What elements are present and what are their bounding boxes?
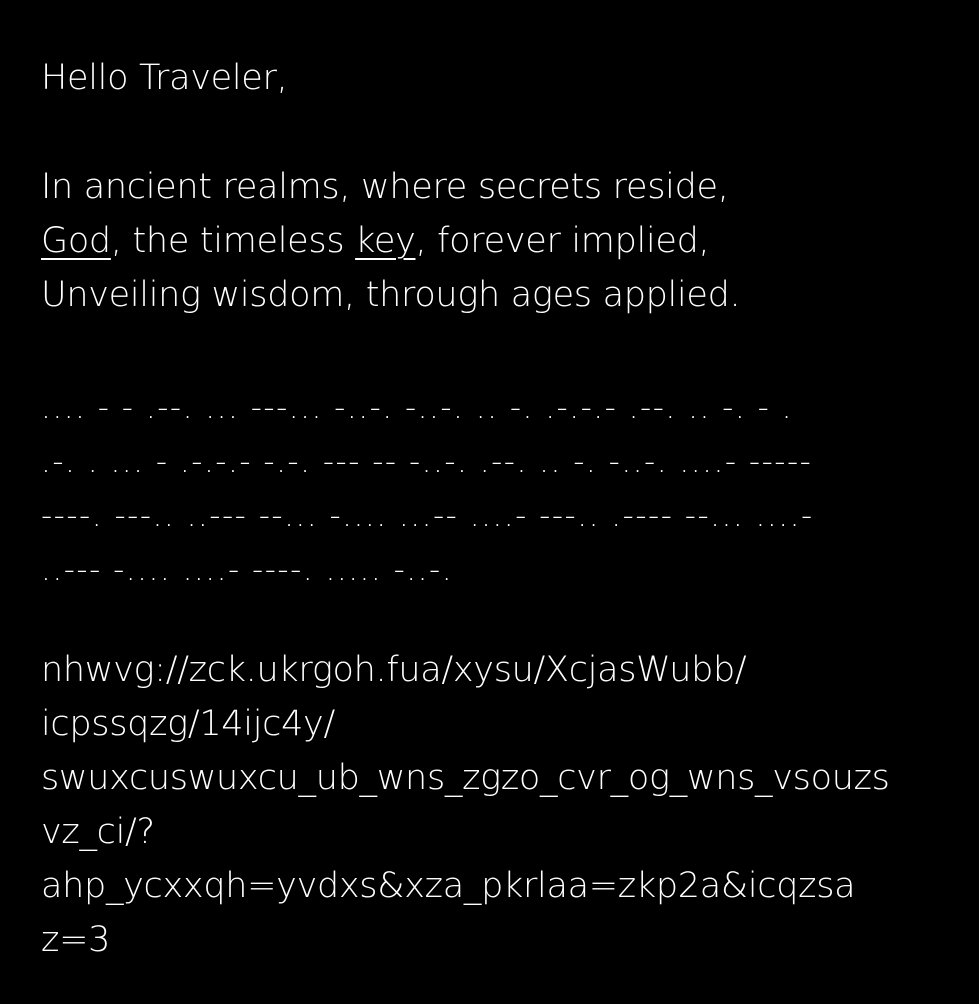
morse-line-4: ..--- -.... ....- ----. ..... -..-. bbox=[41, 552, 454, 588]
underlined-word-god: God bbox=[41, 221, 111, 261]
poem-line-2-end: , forever implied, bbox=[415, 221, 710, 261]
url-line-4: vz_ci/? bbox=[41, 812, 155, 852]
url-line-1: nhwvg://zck.ukrgoh.fua/xysu/XcjasWubb/ bbox=[41, 650, 747, 690]
url-line-6: z=3 bbox=[41, 920, 111, 960]
poem-line-2-middle: , the timeless bbox=[110, 221, 356, 261]
poem-line-2: God, the timeless key, forever implied, bbox=[41, 219, 710, 263]
morse-line-1: .... - - .--. ... ---... -..-. -..-. .. … bbox=[41, 390, 793, 426]
url-line-5: ahp_ycxxqh=yvdxs&xza_pkrlaa=zkp2a&icqzsa bbox=[41, 866, 856, 906]
poem-line-3: Unveiling wisdom, through ages applied. bbox=[41, 275, 741, 315]
underlined-word-key: key bbox=[355, 221, 416, 261]
greeting-text: Hello Traveler, bbox=[41, 58, 288, 98]
morse-line-3: ----. ---.. ..--- --... -.... ...-- ....… bbox=[41, 498, 814, 534]
poem-line-1: In ancient realms, where secrets reside, bbox=[41, 167, 729, 207]
morse-line-2: .-. . ... - .-.-.- -.-. --- -- -..-. .--… bbox=[41, 444, 813, 480]
url-line-2: icpssqzg/14ijc4y/ bbox=[41, 704, 335, 744]
url-line-3: swuxcuswuxcu_ub_wns_zgzo_cvr_og_wns_vsou… bbox=[41, 758, 890, 798]
